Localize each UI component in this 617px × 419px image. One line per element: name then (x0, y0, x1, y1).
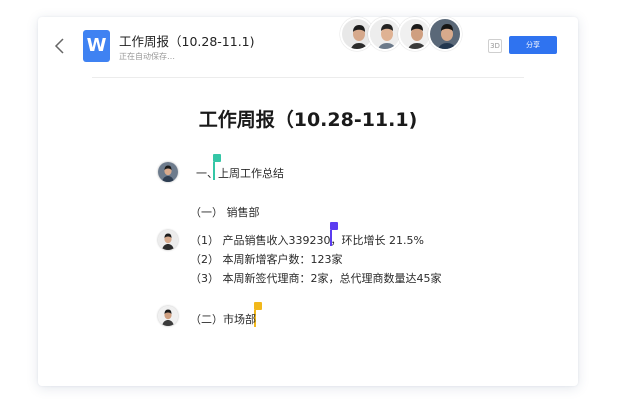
subsection-title: （二）市场部 (190, 313, 256, 326)
subsection-title: （一） 销售部 (190, 206, 260, 219)
divider (92, 77, 524, 78)
avatar[interactable] (368, 17, 402, 51)
3d-view-icon[interactable]: 3D (488, 39, 502, 53)
section-title: 一、上周工作总结 (196, 167, 284, 180)
collaborator-avatars (340, 17, 466, 67)
avatar[interactable] (428, 17, 462, 51)
doc-title: 工作周报（10.28-11.1) (119, 34, 255, 49)
list-item: （1） 产品销售收入339230，环比增长 21.5% (190, 234, 424, 247)
wps-logo-icon: W (83, 30, 110, 62)
document-heading: 工作周报（10.28-11.1) (198, 109, 418, 131)
avatar (158, 306, 178, 326)
document-window: W 工作周报（10.28-11.1) 正在自动保存… 3D 分享 工作周报（10… (38, 17, 578, 386)
top-bar: W 工作周报（10.28-11.1) 正在自动保存… 3D 分享 (38, 17, 578, 77)
list-item: （3） 本周新签代理商：2家，总代理商数量达45家 (190, 272, 442, 285)
collab-cursor-flag (254, 302, 262, 310)
chevron-left-icon (54, 38, 64, 54)
avatar (158, 162, 178, 182)
list-item: （2） 本周新增客户数：123家 (190, 253, 343, 266)
collab-cursor-flag (330, 222, 338, 230)
avatar (158, 230, 178, 250)
avatar[interactable] (398, 17, 432, 51)
share-button[interactable]: 分享 (509, 36, 557, 54)
collab-cursor-flag (213, 154, 221, 162)
back-button[interactable] (53, 35, 67, 57)
save-status: 正在自动保存… (119, 52, 175, 61)
